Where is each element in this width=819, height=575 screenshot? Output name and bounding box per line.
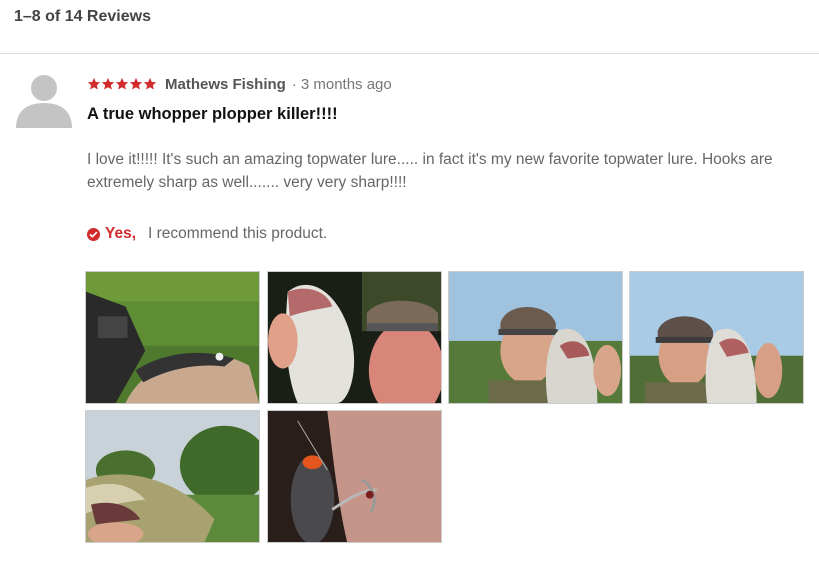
review-title: A true whopper plopper killer!!!!: [87, 105, 338, 123]
review-header: Mathews Fishing · 3 months ago: [87, 74, 392, 94]
review-body: I love it!!!!! It's such an amazing topw…: [87, 151, 773, 191]
fish-photo-person-sky-2-icon: [630, 272, 803, 403]
fish-photo-person-night-icon: [268, 272, 441, 403]
star-icon: [115, 77, 129, 90]
reviews-count: 1–8 of 14 Reviews: [14, 8, 151, 25]
lure-photo-hook-icon: [268, 411, 441, 542]
check-circle-icon: [87, 227, 100, 241]
fish-photo-grass-icon: [86, 272, 259, 403]
star-icon: [129, 77, 143, 90]
separator-dot: ·: [291, 75, 297, 93]
divider: [0, 53, 819, 54]
star-icon: [101, 77, 115, 90]
fish-photo-person-sky-icon: [449, 272, 622, 403]
star-icon: [143, 77, 157, 90]
recommendation: Yes, I recommend this product.: [87, 225, 327, 243]
author-name: Mathews Fishing: [165, 75, 286, 93]
star-icon: [87, 77, 101, 90]
review-time: 3 months ago: [300, 75, 392, 93]
star-rating: [87, 77, 157, 91]
recommend-yes: Yes,: [105, 225, 137, 242]
recommend-text: I recommend this product.: [148, 225, 328, 242]
avatar-icon: [14, 70, 74, 128]
review-photo[interactable]: [267, 410, 442, 543]
fish-photo-closeup-trees-icon: [86, 411, 259, 542]
review-photo[interactable]: [267, 271, 442, 404]
review-photo[interactable]: [85, 271, 260, 404]
review-photo[interactable]: [629, 271, 804, 404]
review-photo[interactable]: [85, 410, 260, 543]
review-photo[interactable]: [448, 271, 623, 404]
